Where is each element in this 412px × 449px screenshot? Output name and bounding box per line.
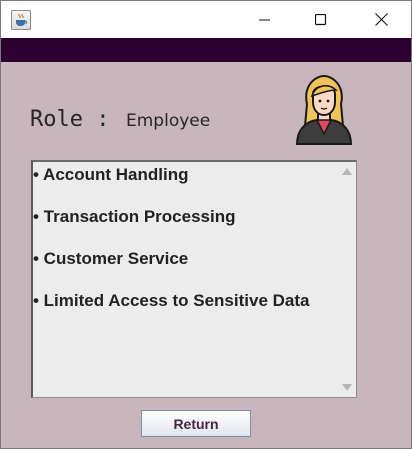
role-value: Employee [126,111,211,131]
close-button[interactable] [358,1,404,38]
vertical-scrollbar[interactable] [337,162,356,397]
role-label: Role : [30,107,110,132]
list-item[interactable]: • Account Handling [33,165,188,185]
minimize-button[interactable] [242,1,288,38]
close-icon [374,13,388,26]
female-employee-avatar-icon [293,74,355,146]
permissions-list[interactable]: • Account Handling • Transaction Process… [31,160,357,398]
list-item[interactable]: • Customer Service [33,249,188,269]
header-banner [1,38,411,62]
return-button[interactable]: Return [141,410,251,437]
java-cup-icon [11,10,31,30]
title-bar[interactable] [1,1,411,38]
app-window: Role : Employee • Account Handling • Tra… [0,0,412,449]
list-item[interactable]: • Limited Access to Sensitive Data [33,291,309,311]
scroll-up-arrow-icon[interactable] [342,168,352,175]
maximize-icon [315,13,327,25]
maximize-button[interactable] [298,1,344,38]
list-item[interactable]: • Transaction Processing [33,207,235,227]
minimize-icon [259,19,270,20]
scroll-down-arrow-icon[interactable] [342,384,352,391]
